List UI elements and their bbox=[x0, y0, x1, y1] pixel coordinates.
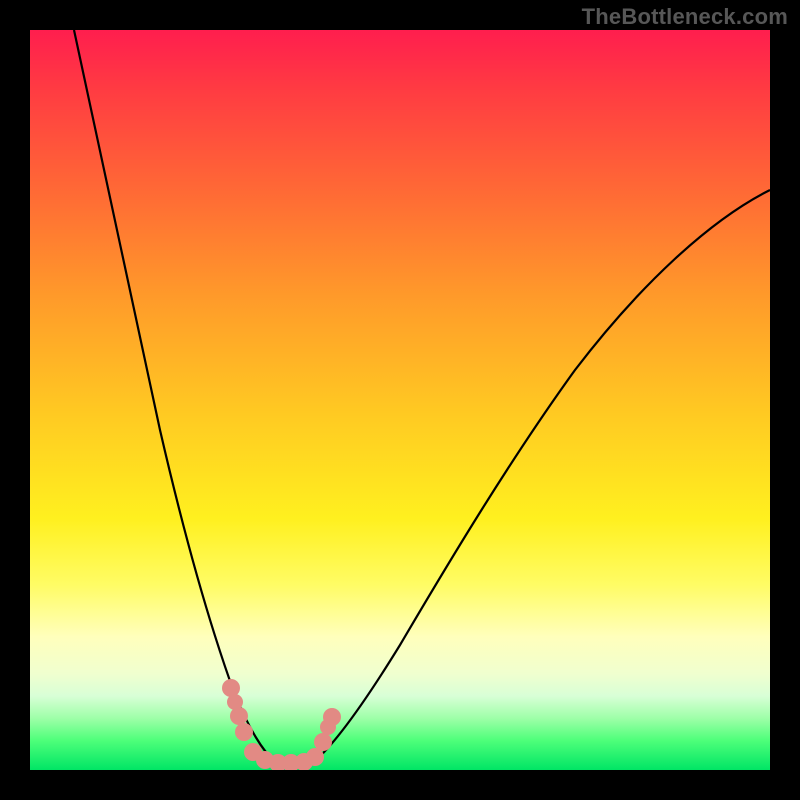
valley-markers bbox=[222, 679, 341, 770]
plot-area bbox=[30, 30, 770, 770]
chart-frame: TheBottleneck.com bbox=[0, 0, 800, 800]
right-curve bbox=[310, 190, 770, 765]
watermark-text: TheBottleneck.com bbox=[582, 4, 788, 30]
curves-layer bbox=[30, 30, 770, 770]
left-curve bbox=[74, 30, 280, 765]
